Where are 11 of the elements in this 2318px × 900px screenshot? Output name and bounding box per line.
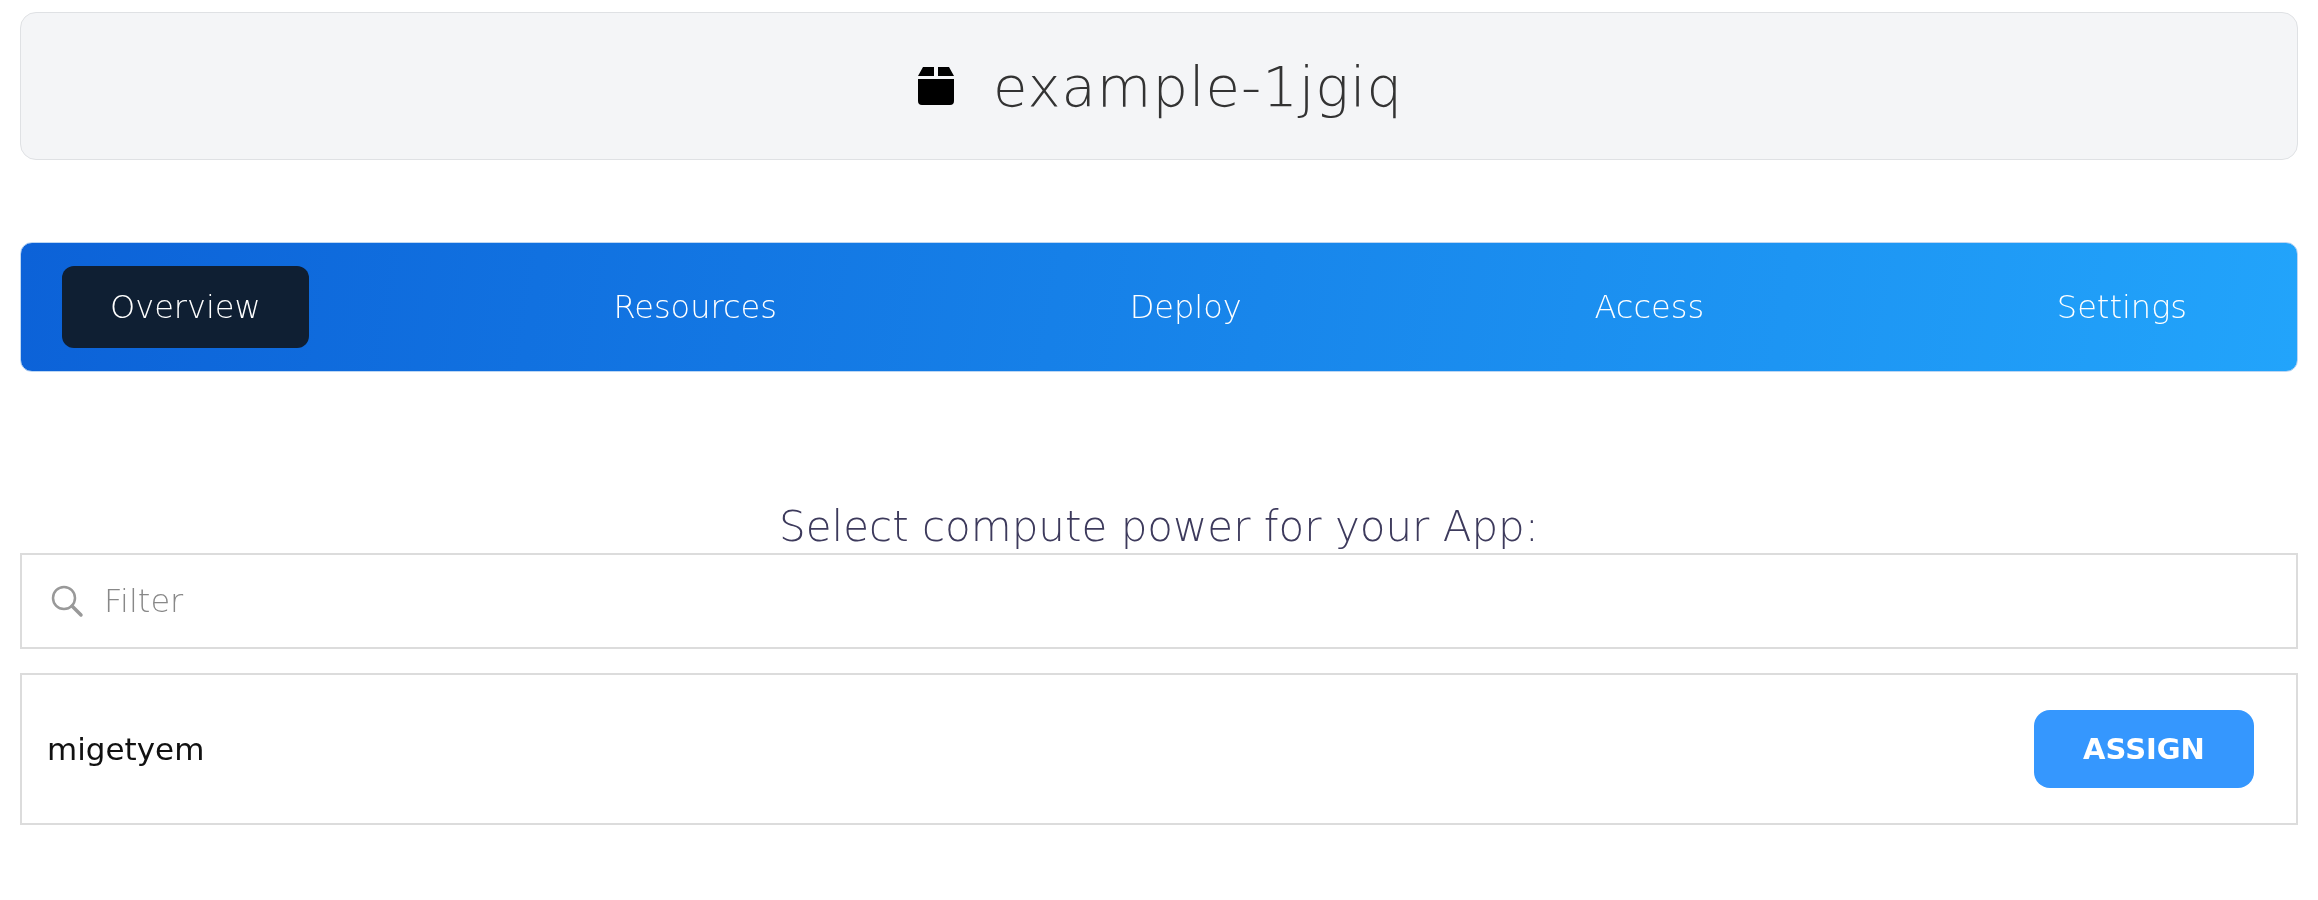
prompt-text: Select compute power for your App:: [778, 502, 1540, 551]
item-name: migetyem: [47, 731, 205, 767]
assign-button[interactable]: ASSIGN: [2034, 710, 2254, 788]
app-title: example-1jgiq: [992, 53, 1404, 119]
search-icon: [50, 584, 84, 618]
nav-tab[interactable]: Access: [1546, 266, 1753, 348]
nav-tab[interactable]: Settings: [2008, 266, 2235, 348]
nav-tab[interactable]: Overview: [62, 266, 309, 348]
nav-tab[interactable]: Deploy: [1081, 266, 1290, 348]
filter-field[interactable]: Filter: [20, 553, 2298, 649]
nav-tab[interactable]: Resources: [565, 266, 825, 348]
